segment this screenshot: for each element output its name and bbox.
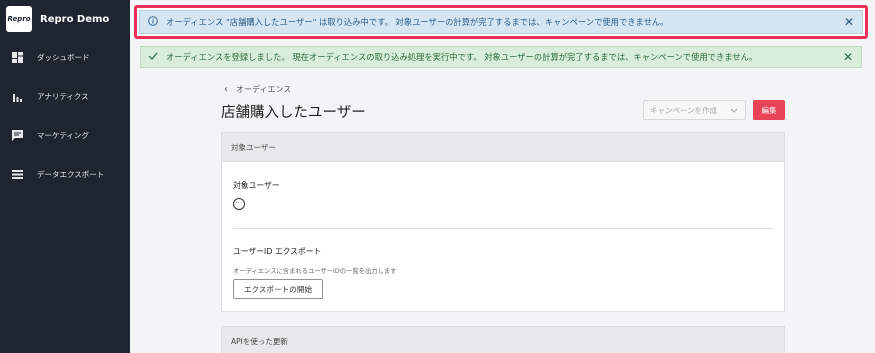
info-alert-body: オーディエンス "店舗購入したユーザー" は取り込み中です。 対象ユーザーの計算… — [139, 10, 863, 34]
sidebar-item-label: ダッシュボード — [37, 53, 90, 62]
create-campaign-button[interactable]: キャンペーンを作成 — [643, 100, 746, 120]
create-campaign-label: キャンペーンを作成 — [650, 105, 718, 115]
sidebar-item-marketing[interactable]: マーケティング — [0, 116, 130, 155]
brand[interactable]: Repro Repro Demo — [0, 0, 130, 38]
dashboard-icon — [12, 52, 23, 63]
repro-logo: Repro — [6, 6, 32, 32]
export-help-text: オーディエンスに含まれるユーザーIDの一覧を出力します — [233, 268, 397, 275]
sidebar-item-data-export[interactable]: データエクスポート — [0, 155, 130, 194]
breadcrumb-link[interactable]: オーディエンス — [236, 84, 291, 95]
chat-icon — [12, 130, 23, 141]
sidebar-item-label: アナリティクス — [37, 92, 89, 101]
target-users-card: 対象ユーザー 対象ユーザー ··· ユーザーID エクスポート オーディエンスに… — [221, 132, 785, 312]
api-update-card: APIを使った更新 — [221, 326, 785, 353]
info-icon — [148, 16, 158, 28]
sidebar: Repro Repro Demo ダッシュボード アナリティクス マーケティング… — [0, 0, 130, 353]
divider — [233, 228, 773, 229]
chevron-down-icon — [730, 106, 738, 115]
bar-chart-icon — [12, 91, 23, 102]
card-header: 対象ユーザー — [222, 133, 784, 162]
app-name: Repro Demo — [40, 13, 110, 25]
close-icon[interactable]: ✕ — [841, 51, 855, 63]
sidebar-item-analytics[interactable]: アナリティクス — [0, 77, 130, 116]
info-alert: オーディエンス "店舗購入したユーザー" は取り込み中です。 対象ユーザーの計算… — [134, 5, 868, 39]
chevron-left-icon: ‹ — [224, 84, 228, 95]
export-title: ユーザーID エクスポート — [233, 247, 322, 256]
target-users-label: 対象ユーザー — [233, 181, 280, 190]
card-header: APIを使った更新 — [222, 327, 784, 353]
sidebar-item-dashboard[interactable]: ダッシュボード — [0, 38, 130, 77]
info-alert-text: オーディエンス "店舗購入したユーザー" は取り込み中です。 対象ユーザーの計算… — [166, 17, 669, 27]
list-icon — [12, 169, 23, 180]
success-alert: オーディエンスを登録しました。 現在オーディエンスの取り込み処理を実行中です。 … — [140, 46, 862, 68]
sidebar-item-label: データエクスポート — [37, 170, 105, 179]
edit-button[interactable]: 編集 — [753, 100, 785, 120]
success-alert-text: オーディエンスを登録しました。 現在オーディエンスの取り込み処理を実行中です。 … — [166, 52, 758, 62]
check-icon — [148, 52, 158, 62]
sidebar-item-label: マーケティング — [37, 131, 89, 140]
start-export-button[interactable]: エクスポートの開始 — [233, 279, 323, 299]
breadcrumb[interactable]: ‹ オーディエンス — [224, 84, 291, 95]
page-title: 店舗購入したユーザー — [221, 105, 366, 121]
loading-icon: ··· — [233, 198, 245, 210]
close-icon[interactable]: ✕ — [842, 16, 856, 28]
